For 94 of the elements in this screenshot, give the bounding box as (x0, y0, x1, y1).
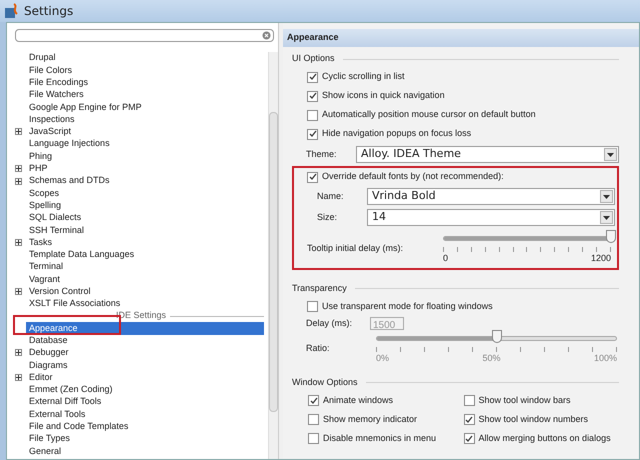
dropdown[interactable]: Alloy. IDEA Theme (356, 146, 619, 163)
checkmark-icon (465, 434, 473, 442)
slider-label: Tooltip initial delay (ms): (307, 242, 404, 255)
checkbox[interactable] (307, 128, 318, 140)
checkbox-label: Override default fonts by (not recommended): (322, 170, 504, 184)
expand-icon[interactable] (15, 374, 22, 382)
tree-item[interactable]: Spelling (26, 200, 264, 212)
checkbox[interactable] (307, 90, 318, 102)
tree-item[interactable]: External Diff Tools (26, 396, 264, 408)
tree-item[interactable]: File Types (26, 432, 264, 446)
slider-thumb[interactable] (492, 330, 502, 343)
checkbox[interactable] (464, 414, 474, 425)
section-title: Transparency (292, 282, 347, 295)
tree-item[interactable]: Google App Engine for PMP (26, 101, 264, 114)
tree-item[interactable]: File and Code Templates (26, 420, 264, 433)
section-title: UI Options (292, 52, 335, 66)
checkmark-icon (308, 173, 316, 181)
section-title: Window Options (292, 376, 358, 389)
tree-item[interactable]: Phing (26, 150, 264, 163)
expand-icon[interactable] (15, 128, 22, 136)
checkbox-label: Show tool window numbers (478, 412, 588, 426)
expand-icon[interactable] (15, 178, 22, 185)
checkbox-label: Hide navigation popups on focus loss (322, 127, 472, 140)
tree-item[interactable]: File Encodings (26, 76, 264, 89)
checkbox-label: Cyclic scrolling in list (322, 70, 405, 84)
checkbox[interactable] (308, 395, 319, 406)
tree-item[interactable]: Appearance (26, 322, 264, 335)
checkbox[interactable] (308, 433, 319, 444)
tick-label: 50% (482, 352, 500, 365)
field-label: Delay (ms): (306, 316, 354, 330)
checkbox[interactable] (307, 301, 318, 312)
tree-item[interactable]: SQL Dialects (26, 212, 264, 224)
tree-item[interactable]: SSH Terminal (26, 224, 264, 236)
expand-icon[interactable] (15, 288, 22, 296)
checkbox-label: Automatically position mouse cursor on default button (322, 108, 536, 122)
dropdown[interactable]: 14 (367, 209, 615, 226)
tree-item[interactable]: Inspections (26, 113, 264, 126)
dropdown[interactable]: Vrinda Bold (367, 188, 615, 205)
tree-item[interactable]: Language Injections (26, 138, 264, 150)
tree-item[interactable]: XSLT File Associations (26, 298, 264, 310)
slider-max-label: 1200 (590, 252, 611, 265)
checkmark-icon (308, 92, 316, 100)
tree-item[interactable]: Diagrams (26, 359, 264, 372)
tree-item[interactable]: External Tools (26, 408, 264, 421)
checkmark-icon (308, 73, 316, 81)
tree-item[interactable]: Scopes (26, 187, 264, 200)
tree-item[interactable]: Drupal (26, 52, 264, 64)
field-label: Theme: (306, 148, 338, 161)
checkbox[interactable] (464, 395, 474, 406)
checkbox-label: Show tool window bars (478, 394, 571, 407)
expand-icon[interactable] (15, 349, 22, 356)
slider-label: Ratio: (306, 342, 331, 355)
tree-item[interactable]: File Watchers (26, 88, 264, 102)
checkmark-icon (465, 416, 473, 424)
field-label: Size: (317, 210, 338, 224)
tree-item[interactable]: Terminal (26, 261, 264, 274)
checkbox-label: Allow merging buttons on dialogs (478, 432, 611, 445)
expand-icon[interactable] (15, 239, 22, 246)
checkbox-label: Animate windows (323, 394, 394, 407)
checkbox[interactable] (464, 433, 474, 444)
checkbox-label: Use transparent mode for floating windows (322, 300, 493, 313)
tree-item[interactable]: PHP (26, 162, 264, 175)
checkmark-icon (310, 396, 318, 404)
tree-item[interactable]: Version Control (26, 286, 264, 298)
tree-item[interactable]: Debugger (26, 346, 264, 360)
tick-label: 100% (594, 352, 617, 365)
tree-item[interactable]: Vagrant (26, 273, 264, 286)
tree-item[interactable]: Editor (26, 371, 264, 384)
app-logo-icon (4, 3, 20, 19)
search-field[interactable] (15, 29, 274, 42)
checkbox-label: Show memory indicator (323, 412, 418, 426)
checkbox[interactable] (308, 414, 319, 425)
tree-item[interactable]: Database (26, 334, 264, 347)
tree-item[interactable]: Schemas and DTDs (26, 174, 264, 188)
field-label: Name: (317, 190, 345, 203)
tree-item[interactable]: JavaScript (26, 126, 264, 138)
checkbox[interactable] (307, 110, 318, 120)
window-title: Settings (24, 3, 74, 20)
tree-item[interactable]: Tasks (26, 236, 264, 249)
checkbox[interactable] (307, 172, 318, 182)
tree-item[interactable]: File Colors (26, 64, 264, 77)
slider-thumb[interactable] (606, 230, 616, 243)
clear-icon[interactable] (262, 31, 271, 40)
checkbox[interactable] (307, 72, 318, 82)
tree-item[interactable]: Template Data Languages (26, 248, 264, 262)
checkbox-label: Disable mnemonics in menu (323, 432, 436, 445)
checkmark-icon (308, 130, 316, 138)
checkbox-label: Show icons in quick navigation (322, 89, 445, 102)
expand-icon[interactable] (15, 165, 22, 172)
slider-min-label: 0 (443, 252, 448, 265)
tree-item[interactable]: Emmet (Zen Coding) (26, 384, 264, 396)
tree-item[interactable]: General (26, 445, 264, 458)
panel-header: Appearance (283, 29, 639, 47)
tick-label: 0% (376, 352, 390, 365)
